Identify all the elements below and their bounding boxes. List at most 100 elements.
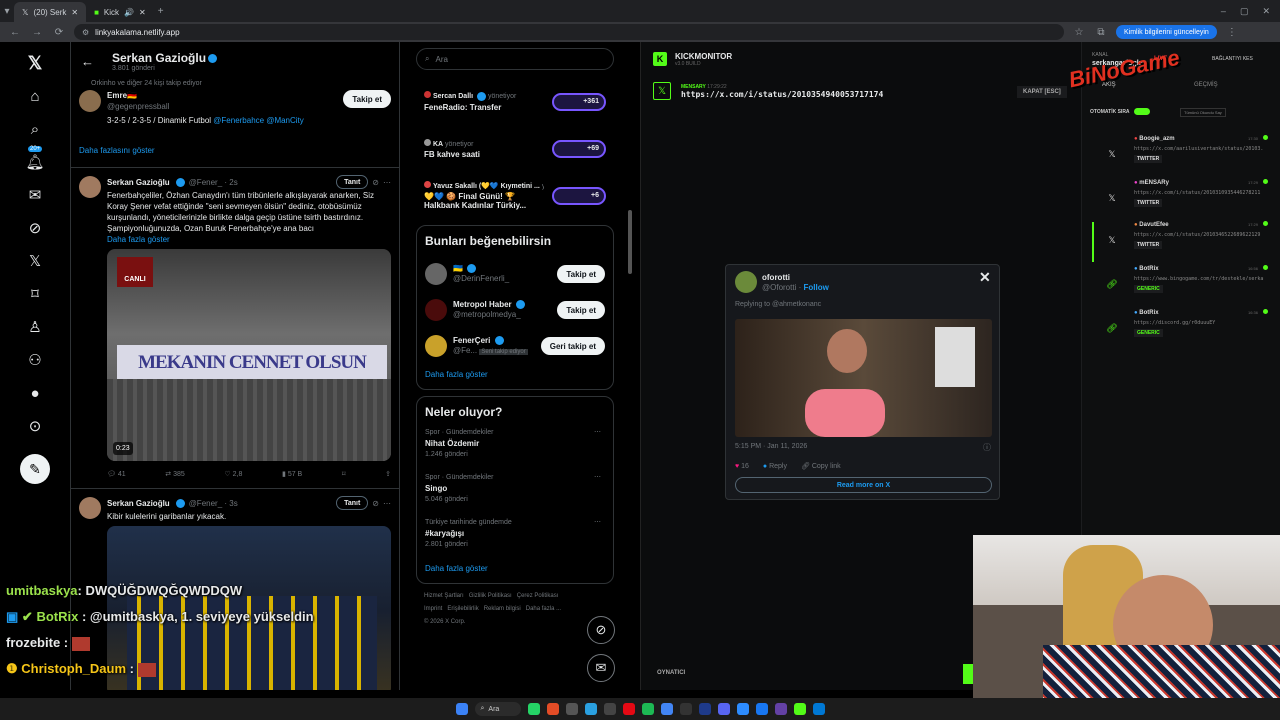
app-icon[interactable] <box>603 703 616 715</box>
menu-icon[interactable]: ⋮ <box>1225 27 1239 38</box>
extensions-icon[interactable]: ⧉ <box>1094 27 1108 38</box>
feed-item[interactable]: 𝕏 ● mENSARy 17:29 https://x.com/i/status… <box>1092 179 1270 220</box>
bookmarks-icon[interactable]: ⌑ <box>24 283 46 305</box>
maximize-button[interactable]: ▢ <box>1240 6 1249 17</box>
footer-link[interactable]: Hizmet Şartları <box>424 593 464 599</box>
app-icon[interactable] <box>546 703 559 715</box>
reply-action[interactable]: ● Reply <box>763 463 787 470</box>
footer-link[interactable]: Imprint <box>424 606 442 612</box>
close-icon[interactable]: ✕ <box>979 269 991 286</box>
new-tab-button[interactable]: + <box>154 6 168 17</box>
follow-back-button[interactable]: Geri takip et <box>540 337 605 355</box>
file-explorer-icon[interactable] <box>565 703 578 715</box>
window-close-button[interactable]: ✕ <box>1262 6 1270 17</box>
spotify-icon[interactable] <box>641 703 654 715</box>
start-icon[interactable] <box>455 703 468 715</box>
tweet-author[interactable]: Serkan Gazioğlu <box>107 177 170 188</box>
follow-button[interactable]: Takip et <box>343 90 391 108</box>
profile-icon[interactable]: ● <box>24 382 46 404</box>
auto-queue-toggle[interactable]: OTOMATİK SIRA <box>1090 108 1150 115</box>
close-tab-icon[interactable]: ✕ <box>71 8 78 17</box>
tweet[interactable]: Serkan Gazioğlu @Fener_ · 2s Tanıt ⊘ ⋯ F… <box>71 167 399 488</box>
more-icon[interactable]: ⊙ <box>24 415 46 437</box>
taskbar-search[interactable]: ⌕ Ara <box>474 702 521 716</box>
zoom-icon[interactable] <box>736 703 749 715</box>
tab-x[interactable]: 𝕏 (20) Serk ✕ <box>14 2 87 22</box>
feed-item[interactable]: 🔗︎ ● BotRix 16:36 https://discord.gg/r0d… <box>1092 309 1270 350</box>
avatar[interactable] <box>425 335 447 357</box>
messages-float-button[interactable]: ✉ <box>587 654 615 682</box>
show-more-link[interactable]: Daha fazlasını göster <box>71 146 399 167</box>
search-input[interactable]: ⌕ Ara <box>416 48 614 70</box>
minimize-button[interactable]: – <box>1221 6 1226 17</box>
telegram-icon[interactable] <box>584 703 597 715</box>
show-more-link[interactable]: Daha fazla göster <box>425 564 605 573</box>
toggle-switch[interactable] <box>1133 108 1150 115</box>
grok-icon[interactable]: ⊘ <box>372 177 379 188</box>
like-action[interactable]: ♥ 16 <box>735 463 749 470</box>
forward-icon[interactable]: → <box>30 27 44 38</box>
more-options-icon[interactable]: ⋯ <box>594 472 601 483</box>
bookmark-icon[interactable]: ⌑ <box>342 469 346 480</box>
kick-app-icon[interactable] <box>793 703 806 715</box>
whatsapp-icon[interactable] <box>527 703 540 715</box>
more-options-icon[interactable]: ⋯ <box>383 177 391 188</box>
mute-icon[interactable]: 🔊 <box>124 8 134 17</box>
close-viewer-button[interactable]: KAPAT [ESC] <box>1017 86 1067 98</box>
space-item[interactable]: KA yönetiyor FB kahve saati +69 <box>424 125 606 172</box>
communities-icon[interactable]: ⚇ <box>24 349 46 371</box>
profile-button[interactable]: Kimlik bilgilerini güncelleyin <box>1116 25 1217 39</box>
follow-suggestion[interactable]: FenerÇeri @Fe... Seni takip ediyor Geri … <box>425 328 605 364</box>
feed-item[interactable]: 𝕏 ● Boogie_azm 17:30 https://x.com/aaril… <box>1092 135 1270 176</box>
space-listeners[interactable]: +6 <box>552 186 606 205</box>
space-item[interactable]: Yavuz Sakallı (💛💙 Kıymetini ... yönetiyo… <box>424 172 606 219</box>
mark-all-read-button[interactable]: Tümünü Okundu Say <box>1180 108 1226 117</box>
footer-link[interactable]: Gizlilik Politikası <box>469 593 512 599</box>
views-action[interactable]: ▮ 57 B <box>282 469 302 480</box>
notifications-icon[interactable]: 🔔︎ 20+ <box>24 146 46 173</box>
repost-action[interactable]: ⇄ 385 <box>165 469 185 480</box>
suggested-user-name[interactable]: Emre🇩🇪 <box>107 90 337 101</box>
trend-item[interactable]: Türkiye tarihinde gündemde #karyağışı 2.80… <box>425 517 605 562</box>
share-icon[interactable]: ⇪ <box>385 469 391 480</box>
back-icon[interactable]: ← <box>8 27 22 38</box>
avatar[interactable] <box>425 299 447 321</box>
tweet-author[interactable]: Serkan Gazioğlu <box>107 498 170 509</box>
embed-author[interactable]: oforotti <box>762 273 829 283</box>
chrome-icon[interactable] <box>660 703 673 715</box>
current-url[interactable]: https://x.com/i/status/20103549400537171… <box>681 90 883 99</box>
show-more-link[interactable]: Daha fazla göster <box>425 370 605 379</box>
read-more-button[interactable]: Read more on X <box>735 477 992 493</box>
tweet-video[interactable]: CANLI MEKANIN CENNET OLSUN 0:23 <box>107 249 391 461</box>
bio-links[interactable]: @Fenerbahce @ManCity <box>213 116 304 125</box>
site-info-icon[interactable]: ⚙ <box>82 28 89 37</box>
premium-x-icon[interactable]: 𝕏 <box>24 250 46 272</box>
grok-icon[interactable]: ⊘ <box>372 498 379 509</box>
like-action[interactable]: ♡ 2,8 <box>224 469 242 480</box>
close-tab-icon[interactable]: ✕ <box>139 8 146 17</box>
space-item[interactable]: Sercan Dallı yönetiyor FeneRadio: Transf… <box>424 78 606 125</box>
follow-suggestion[interactable]: 🇺🇦 @DerinFenerli_ Takip et <box>425 256 605 292</box>
avatar[interactable] <box>79 497 101 519</box>
back-arrow-icon[interactable]: ← <box>81 54 94 69</box>
more-options-icon[interactable]: ⋯ <box>383 498 391 509</box>
embed-video[interactable] <box>735 319 992 437</box>
more-options-icon[interactable]: ⋯ <box>594 427 601 438</box>
more-options-icon[interactable]: ⋯ <box>594 517 601 528</box>
scrollbar-thumb[interactable] <box>628 210 632 274</box>
footer-link[interactable]: Erişilebilirlik <box>447 606 478 612</box>
trend-item[interactable]: Spor · Gündemdekiler Nihat Özdemir 1.246 g… <box>425 427 605 472</box>
follow-suggestion[interactable]: Metropol Haber @metropolmedya_ Takip et <box>425 292 605 328</box>
x-home-logo-icon[interactable]: 𝕏 <box>24 52 46 74</box>
reply-action[interactable]: 💬︎ 41 <box>107 469 126 480</box>
url-field[interactable]: ⚙ linkyakalama.netlify.app <box>74 24 1064 40</box>
promote-button[interactable]: Tanıt <box>336 496 369 510</box>
explore-icon[interactable]: ⌕ <box>24 118 46 140</box>
follow-link[interactable]: Follow <box>803 283 828 292</box>
app-icon[interactable] <box>679 703 692 715</box>
grok-icon[interactable]: ⊘ <box>24 217 46 239</box>
app-icon[interactable] <box>755 703 768 715</box>
app-icon[interactable] <box>698 703 711 715</box>
bookmark-star-icon[interactable]: ☆ <box>1072 27 1086 38</box>
avatar[interactable] <box>79 90 101 112</box>
